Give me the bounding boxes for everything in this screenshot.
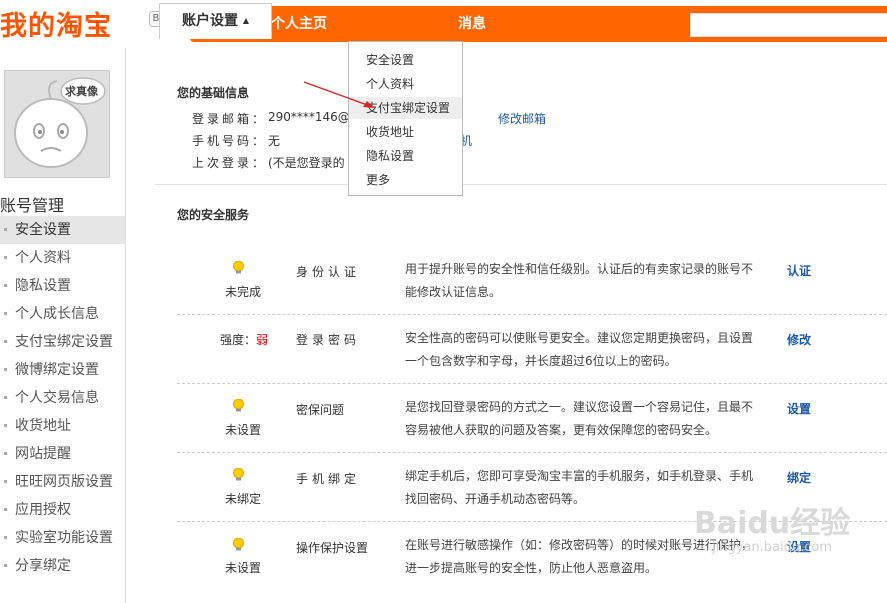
- sidebar-item-label: 个人资料: [15, 250, 71, 266]
- dropdown-item-more[interactable]: 更多: [349, 169, 462, 191]
- bind-phone-button[interactable]: 绑定: [787, 469, 811, 486]
- phone-label: 手机号码：: [192, 134, 268, 148]
- set-security-question-button[interactable]: 设置: [787, 400, 811, 417]
- lightbulb-icon: [233, 538, 244, 551]
- sidebar-item-label: 收货地址: [15, 418, 71, 434]
- sidebar-item-label: 网站提醒: [15, 446, 71, 462]
- sidebar-item-label: 个人交易信息: [15, 390, 99, 406]
- sidebar-item-label: 支付宝绑定设置: [15, 334, 113, 350]
- row-divider: [177, 452, 887, 453]
- sidebar-item-label: 安全设置: [15, 222, 71, 238]
- nav-account-label: 账户设置: [181, 13, 238, 29]
- security-item-desc: 安全性高的密码可以使账号更安全。建议您定期更换密码，且设置一个包含数字和字母，并…: [405, 331, 754, 368]
- strength-label: 强度：: [220, 333, 257, 347]
- status-text: 未绑定: [225, 492, 262, 506]
- account-settings-dropdown: 安全设置 个人资料 支付宝绑定设置 收货地址 隐私设置 更多: [348, 41, 463, 196]
- sidebar-item-label: 微博绑定设置: [15, 362, 99, 378]
- bullet-icon: [4, 256, 7, 259]
- bullet-icon: [4, 396, 7, 399]
- avatar[interactable]: 求真像: [4, 70, 110, 178]
- section-divider: [155, 184, 887, 185]
- security-item-desc: 是您找回登录密码的方式之一。建议您设置一个容易记住，且最不容易被他人获取的问题及…: [405, 400, 754, 437]
- last-login-label: 上次登录：: [192, 156, 268, 170]
- bullet-icon: [4, 480, 7, 483]
- row-divider: [177, 383, 887, 384]
- lightbulb-icon: [233, 468, 244, 481]
- row-divider: [177, 314, 887, 315]
- watermark: Baidu经验: [694, 506, 851, 541]
- password-strength: 强度：弱: [220, 331, 268, 348]
- sidebar-item-label: 个人成长信息: [15, 306, 99, 322]
- caret-up-icon: ▲: [242, 16, 250, 25]
- search-input-wrap: [690, 13, 887, 38]
- bullet-icon: [4, 228, 7, 231]
- bullet-icon: [4, 340, 7, 343]
- bullet-icon: [4, 536, 7, 539]
- avatar-label: 求真像: [65, 85, 98, 98]
- security-item-name: 手机绑定: [296, 472, 361, 486]
- sidebar-item-privacy[interactable]: 隐私设置: [0, 272, 125, 300]
- security-item-desc: 用于提升账号的安全性和信任级别。认证后的有卖家记录的账号不能修改认证信息。: [405, 262, 754, 299]
- bullet-icon: [4, 508, 7, 511]
- status-text: 未完成: [225, 285, 262, 299]
- sidebar-item-app-auth[interactable]: 应用授权: [0, 496, 125, 524]
- bullet-icon: [4, 564, 7, 567]
- sidebar-item-profile[interactable]: 个人资料: [0, 244, 125, 272]
- strength-level: 弱: [256, 333, 269, 347]
- sidebar-item-label: 分享绑定: [15, 558, 71, 574]
- logo[interactable]: 我的淘宝: [0, 4, 112, 43]
- bullet-icon: [4, 368, 7, 371]
- sidebar-item-trade-info[interactable]: 个人交易信息: [0, 384, 125, 412]
- security-item-name: 登录密码: [296, 333, 361, 347]
- email-label: 登录邮箱：: [192, 112, 268, 126]
- dropdown-item-security[interactable]: 安全设置: [349, 49, 462, 71]
- sidebar-item-wangwang[interactable]: 旺旺网页版设置: [0, 468, 125, 496]
- bullet-icon: [4, 424, 7, 427]
- lightbulb-icon: [233, 261, 244, 274]
- watermark-url: jingyan.baidu.com: [712, 540, 832, 555]
- dropdown-item-privacy[interactable]: 隐私设置: [349, 145, 462, 167]
- nav-account-settings[interactable]: 账户设置 ▲: [159, 3, 272, 39]
- sidebar-item-lab[interactable]: 实验室功能设置: [0, 524, 125, 552]
- status-text: 未设置: [225, 423, 262, 437]
- nav-profile[interactable]: 个人主页: [271, 6, 327, 42]
- sidebar-item-alipay[interactable]: 支付宝绑定设置: [0, 328, 125, 356]
- nav-messages[interactable]: 消息: [458, 6, 486, 42]
- last-login-value: (不是您登录的: [268, 156, 345, 170]
- bullet-icon: [4, 284, 7, 287]
- bullet-icon: [4, 452, 7, 455]
- verify-identity-button[interactable]: 认证: [787, 262, 811, 279]
- security-item-name: 密保问题: [296, 403, 345, 417]
- dropdown-item-address[interactable]: 收货地址: [349, 121, 462, 143]
- sidebar-item-security[interactable]: 安全设置: [0, 216, 125, 244]
- sidebar-item-label: 隐私设置: [15, 278, 71, 294]
- basic-info-title: 您的基础信息: [177, 86, 250, 100]
- sidebar-divider: [125, 48, 126, 603]
- sidebar-item-label: 旺旺网页版设置: [15, 474, 113, 490]
- sidebar-item-address[interactable]: 收货地址: [0, 412, 125, 440]
- edit-email-link[interactable]: 修改邮箱: [498, 110, 546, 127]
- search-input[interactable]: [691, 14, 887, 38]
- sidebar-item-growth[interactable]: 个人成长信息: [0, 300, 125, 328]
- email-value: 290****146@: [268, 110, 350, 124]
- sidebar-item-reminders[interactable]: 网站提醒: [0, 440, 125, 468]
- sidebar-item-label: 应用授权: [15, 502, 71, 518]
- sidebar-item-label: 实验室功能设置: [15, 530, 113, 546]
- security-item-name: 操作保护设置: [296, 541, 369, 555]
- sidebar-title: 账号管理: [0, 196, 65, 215]
- phone-value: 无: [268, 134, 281, 148]
- status-text: 未设置: [225, 561, 262, 575]
- annotation-arrow-icon: [303, 81, 374, 108]
- security-title: 您的安全服务: [177, 208, 250, 222]
- lightbulb-icon: [233, 399, 244, 412]
- security-item-name: 身份认证: [296, 265, 361, 279]
- change-password-button[interactable]: 修改: [787, 331, 811, 348]
- sidebar-item-weibo[interactable]: 微博绑定设置: [0, 356, 125, 384]
- sidebar-item-share[interactable]: 分享绑定: [0, 552, 125, 580]
- bullet-icon: [4, 312, 7, 315]
